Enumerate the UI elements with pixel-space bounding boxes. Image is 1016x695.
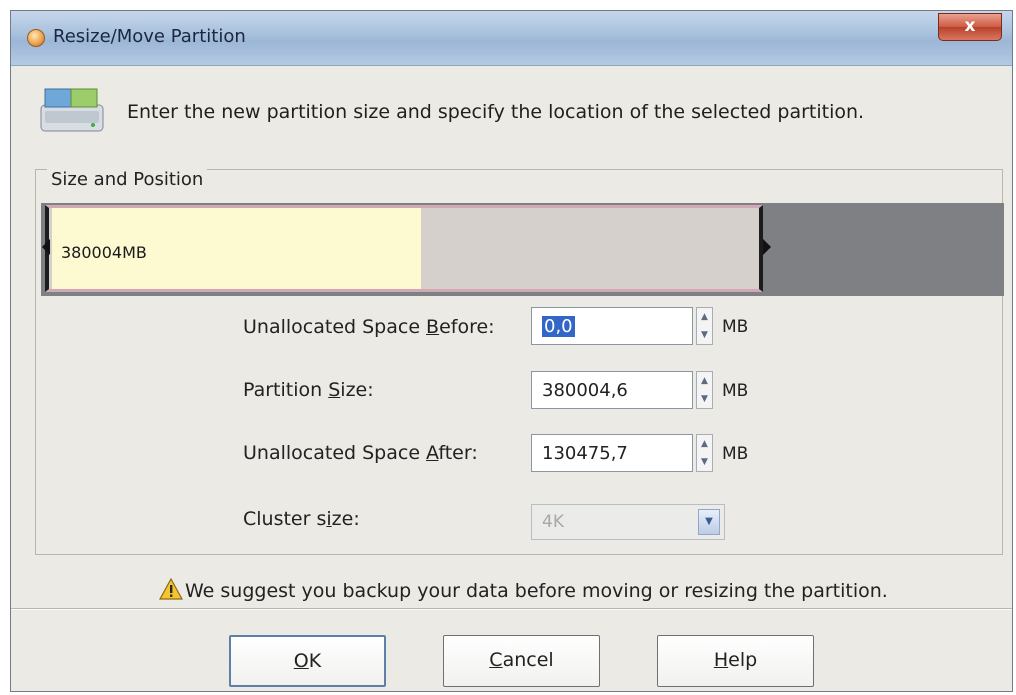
unallocated-before-spinner[interactable]: ▲ ▼ bbox=[696, 307, 713, 345]
cluster-size-select[interactable]: 4K ▼ bbox=[531, 504, 725, 540]
spin-up-arrow-icon[interactable]: ▲ bbox=[697, 308, 712, 326]
unallocated-after-spinner[interactable]: ▲ ▼ bbox=[696, 434, 713, 472]
backup-warning: We suggest you backup your data before m… bbox=[159, 578, 888, 602]
left-resize-handle-icon[interactable] bbox=[42, 239, 50, 255]
spin-down-arrow-icon[interactable]: ▼ bbox=[697, 390, 712, 408]
partition-size-spinner[interactable]: ▲ ▼ bbox=[696, 371, 713, 409]
partition-size-unit: MB bbox=[722, 381, 749, 401]
partition-size-label-text: Partition Size: bbox=[243, 379, 374, 401]
unallocated-before-value: 0,0 bbox=[542, 316, 575, 337]
title-bar[interactable]: Resize/Move Partition x bbox=[11, 11, 1012, 66]
right-resize-handle-icon[interactable] bbox=[763, 239, 771, 255]
window-title: Resize/Move Partition bbox=[53, 26, 246, 47]
instruction-text: Enter the new partition size and specify… bbox=[127, 101, 865, 123]
unallocated-before-unit: MB bbox=[722, 317, 749, 337]
resize-move-dialog: Resize/Move Partition x Enter the new pa… bbox=[10, 10, 1013, 692]
disk-drive-icon bbox=[40, 88, 104, 132]
cluster-size-label: Cluster size: bbox=[243, 508, 360, 530]
unallocated-after-unit: MB bbox=[722, 444, 749, 464]
unallocated-after-label: Unallocated Space After: bbox=[243, 442, 478, 464]
footer-divider bbox=[11, 608, 1012, 610]
chevron-down-icon[interactable]: ▼ bbox=[698, 509, 720, 535]
partition-app-icon bbox=[27, 29, 45, 47]
spin-down-arrow-icon[interactable]: ▼ bbox=[697, 326, 712, 344]
spin-down-arrow-icon[interactable]: ▼ bbox=[697, 453, 712, 471]
unallocated-before-input[interactable]: 0,0 bbox=[531, 307, 693, 345]
help-button[interactable]: Help bbox=[657, 635, 814, 687]
unallocated-before-label: Unallocated Space Before: bbox=[243, 316, 495, 338]
partition-size-label: 380004MB bbox=[61, 243, 147, 262]
cancel-button[interactable]: Cancel bbox=[443, 635, 600, 687]
group-title: Size and Position bbox=[47, 169, 208, 190]
warning-triangle-icon bbox=[159, 578, 183, 600]
spin-up-arrow-icon[interactable]: ▲ bbox=[697, 435, 712, 453]
partition-size-input[interactable]: 380004,6 bbox=[531, 371, 693, 409]
unallocated-after-input[interactable]: 130475,7 bbox=[531, 434, 693, 472]
spin-up-arrow-icon[interactable]: ▲ bbox=[697, 372, 712, 390]
close-button[interactable]: x bbox=[938, 13, 1002, 41]
warning-text: We suggest you backup your data before m… bbox=[185, 580, 888, 602]
cluster-size-value: 4K bbox=[542, 512, 564, 532]
ok-button[interactable]: OK bbox=[229, 635, 386, 687]
